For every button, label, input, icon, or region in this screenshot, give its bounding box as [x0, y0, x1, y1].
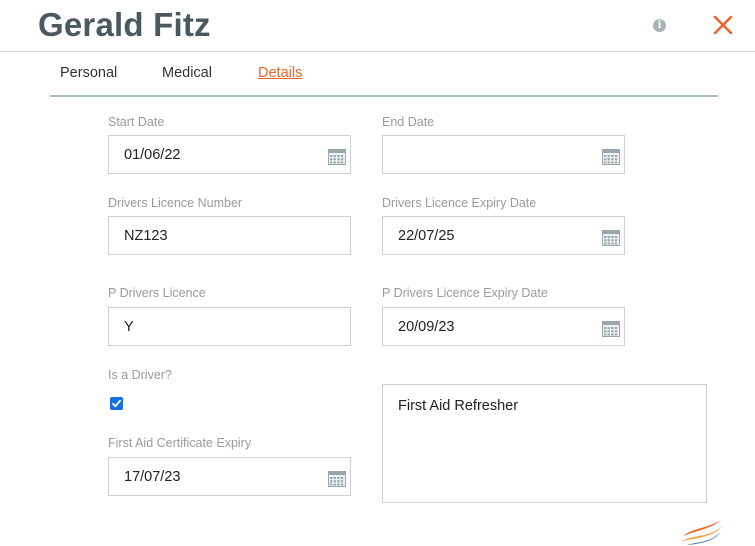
p-licence-expiry-field[interactable]: 20/09/23 [382, 307, 625, 346]
tabs-divider [50, 95, 718, 97]
start-date-label: Start Date [108, 115, 165, 129]
first-aid-expiry-value: 17/07/23 [124, 469, 181, 485]
calendar-icon[interactable] [328, 149, 346, 165]
p-licence-value: Y [124, 319, 134, 335]
start-date-value: 01/06/22 [124, 147, 181, 163]
licence-number-value: NZ123 [124, 228, 168, 244]
first-aid-expiry-label: First Aid Certificate Expiry [108, 436, 252, 450]
calendar-icon[interactable] [602, 149, 620, 165]
notes-textarea[interactable]: First Aid Refresher [382, 384, 707, 503]
end-date-label: End Date [382, 115, 435, 129]
close-icon[interactable] [712, 14, 734, 36]
tab-medical[interactable]: Medical [162, 65, 212, 81]
licence-expiry-label: Drivers Licence Expiry Date [382, 196, 537, 210]
p-licence-expiry-value: 20/09/23 [398, 319, 455, 335]
is-driver-checkbox[interactable] [110, 397, 123, 410]
licence-expiry-field[interactable]: 22/07/25 [382, 216, 625, 255]
is-driver-label: Is a Driver? [108, 368, 172, 382]
start-date-field[interactable]: 01/06/22 [108, 135, 351, 174]
p-licence-label: P Drivers Licence [108, 286, 206, 300]
first-aid-expiry-field[interactable]: 17/07/23 [108, 457, 351, 496]
calendar-icon[interactable] [602, 230, 620, 246]
header-divider [0, 51, 755, 52]
notes-value: First Aid Refresher [398, 398, 519, 414]
end-date-field[interactable] [382, 135, 625, 174]
brand-logo-icon [682, 520, 722, 545]
info-icon[interactable]: i [653, 19, 666, 32]
licence-number-label: Drivers Licence Number [108, 196, 243, 210]
licence-expiry-value: 22/07/25 [398, 228, 455, 244]
tab-personal[interactable]: Personal [60, 65, 117, 81]
p-licence-expiry-label: P Drivers Licence Expiry Date [382, 286, 548, 300]
calendar-icon[interactable] [602, 321, 620, 337]
page-title: Gerald Fitz [38, 6, 211, 43]
calendar-icon[interactable] [328, 471, 346, 487]
p-licence-field[interactable]: Y [108, 307, 351, 346]
checkmark-icon [112, 399, 121, 408]
tab-details[interactable]: Details [258, 65, 302, 81]
licence-number-field[interactable]: NZ123 [108, 216, 351, 255]
